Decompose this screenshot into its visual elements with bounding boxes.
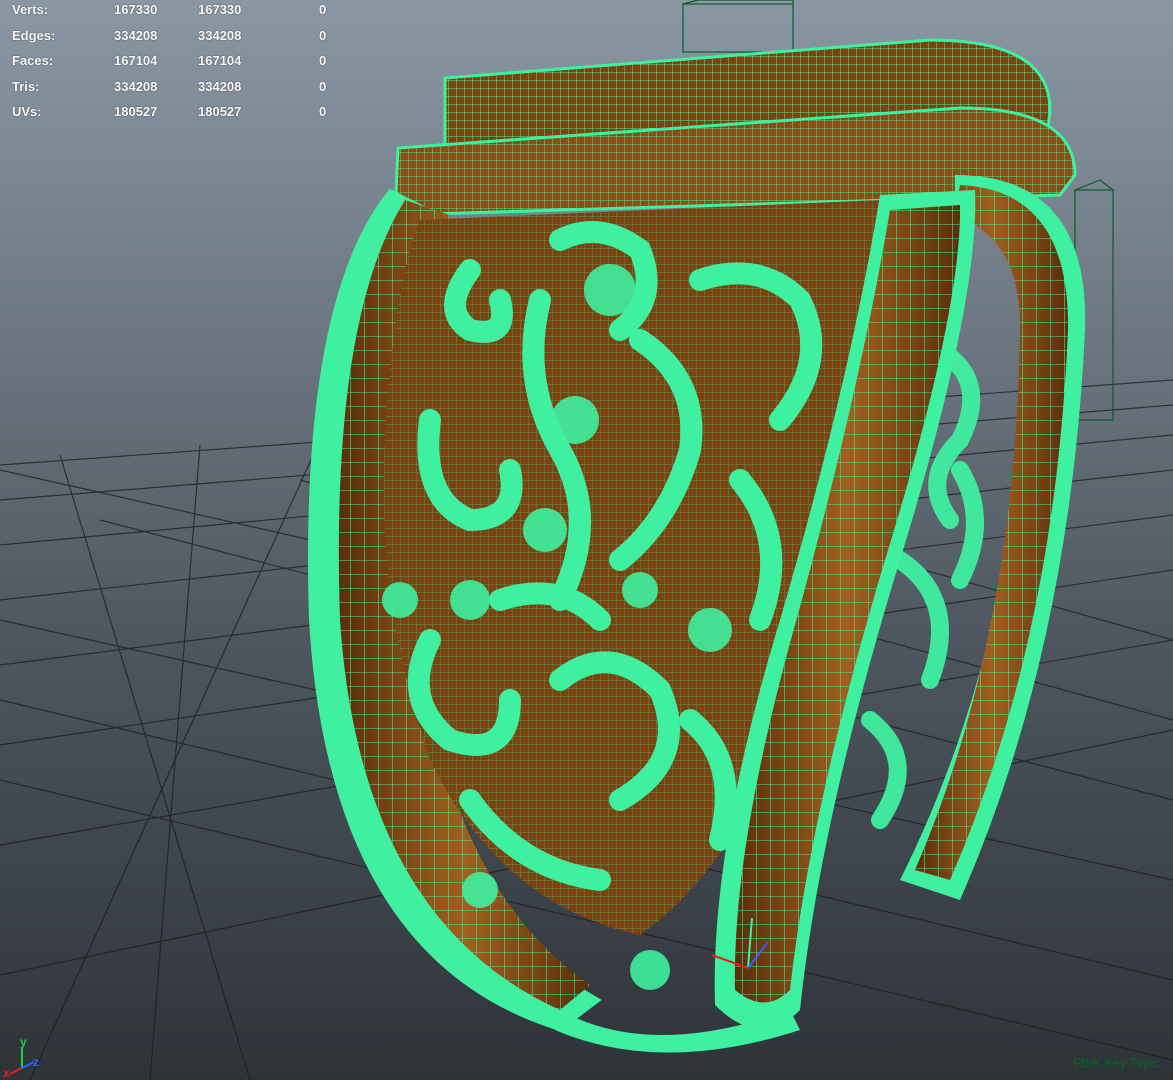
hud-label: Edges:: [12, 27, 56, 43]
scene-canvas[interactable]: [0, 0, 1173, 1080]
hud-value: 167104: [114, 53, 158, 68]
axis-x-label: x: [3, 1066, 10, 1078]
poly-count-hud: Verts: 167330 167330 0 Edges: 334208 334…: [12, 2, 342, 130]
hud-label: Verts:: [12, 2, 49, 17]
hud-row-tris: Tris: 334208 334208 0: [12, 79, 342, 105]
hud-value: 0: [319, 53, 327, 68]
fbik-key-type-label: FBIK Key Type:: [1073, 1056, 1161, 1070]
hud-value: 334208: [114, 78, 158, 94]
hud-value: 0: [319, 104, 327, 119]
axis-z-label: z: [33, 1055, 39, 1069]
hud-label: UVs:: [12, 104, 42, 119]
hud-value: 334208: [198, 27, 242, 43]
view-axis-icon: x y z: [3, 1035, 39, 1078]
hud-value: 0: [319, 2, 327, 17]
hud-value: 167330: [114, 2, 158, 17]
hud-label: Tris:: [12, 78, 40, 94]
hud-row-verts: Verts: 167330 167330 0: [12, 2, 342, 28]
axis-y-label: y: [20, 1035, 27, 1049]
hud-value: 167330: [198, 2, 242, 17]
3d-viewport[interactable]: Verts: 167330 167330 0 Edges: 334208 334…: [0, 0, 1173, 1080]
hud-value: 334208: [198, 78, 242, 94]
hud-value: 167104: [198, 53, 242, 68]
hud-row-uvs: UVs: 180527 180527 0: [12, 104, 342, 130]
hud-value: 180527: [198, 104, 242, 119]
ring-model[interactable]: [308, 38, 1086, 1053]
hud-value: 0: [319, 78, 327, 94]
hud-row-edges: Edges: 334208 334208 0: [12, 28, 342, 54]
hud-value: 0: [319, 27, 327, 43]
hud-row-faces: Faces: 167104 167104 0: [12, 53, 342, 79]
hud-value: 334208: [114, 27, 158, 43]
hud-label: Faces:: [12, 53, 54, 68]
hud-value: 180527: [114, 104, 158, 119]
